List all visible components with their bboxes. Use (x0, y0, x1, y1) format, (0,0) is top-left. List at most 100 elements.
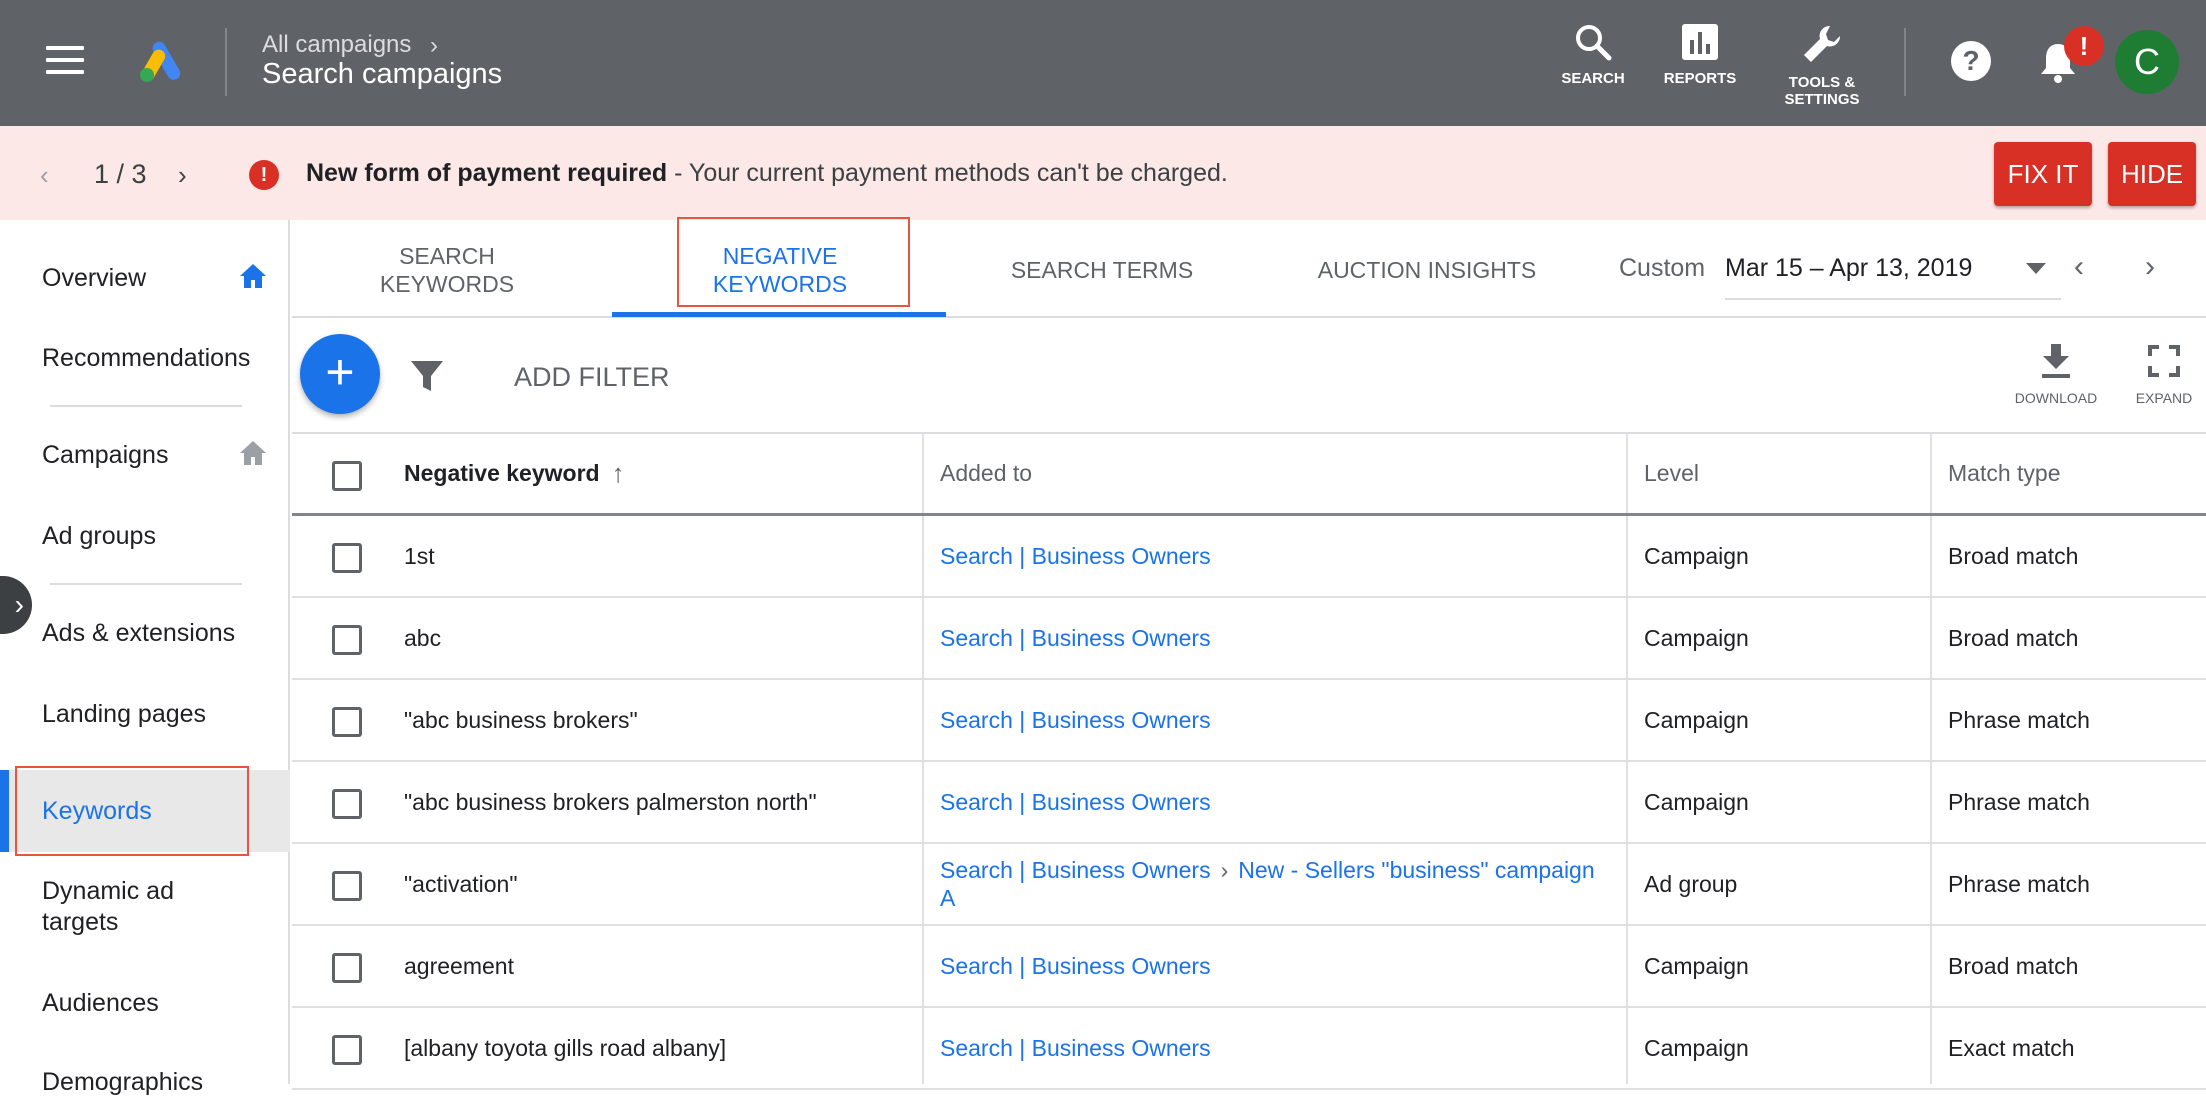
sidebar-item-demographics[interactable]: Demographics (42, 1068, 203, 1097)
row-checkbox[interactable] (332, 625, 362, 655)
tab-label: SEARCH (399, 243, 495, 269)
filter-icon[interactable] (409, 358, 445, 394)
column-header-negative-keyword[interactable]: Negative keyword ↑ (404, 434, 625, 513)
chevron-left-icon[interactable]: ‹ (2074, 250, 2084, 284)
table-header: Negative keyword ↑ Added to Level Match t… (292, 434, 2206, 516)
home-icon (240, 441, 266, 465)
added-to-cell: Search | Business Owners › New - Sellers "… (940, 844, 1630, 924)
add-filter-button[interactable]: ADD FILTER (514, 362, 670, 393)
row-checkbox[interactable] (332, 789, 362, 819)
column-header-match-type[interactable]: Match type (1948, 434, 2061, 513)
expand-label: EXPAND (2135, 390, 2193, 406)
download-button[interactable]: DOWNLOAD (2010, 342, 2102, 406)
table-row: 1st Search | Business Owners Campaign Br… (292, 516, 2206, 598)
table-row: agreement Search | Business Owners Campa… (292, 926, 2206, 1008)
negative-keywords-highlight-box (677, 217, 910, 307)
tab-auction-insights[interactable]: AUCTION INSIGHTS (1292, 256, 1562, 284)
row-checkbox[interactable] (332, 543, 362, 573)
row-checkbox[interactable] (332, 953, 362, 983)
keyword-cell: 1st (404, 542, 435, 569)
added-to-link[interactable]: Search | Business Owners (940, 598, 1211, 678)
sidebar-item-dynamic-ad-targets[interactable]: Dynamic ad (42, 877, 174, 906)
tools-settings-button[interactable]: TOOLS & SETTINGS (1776, 22, 1868, 108)
date-range-selector[interactable]: Mar 15 – Apr 13, 2019 (1725, 254, 1972, 283)
chevron-right-icon[interactable]: › (178, 160, 187, 191)
sidebar-item-ad-groups[interactable]: Ad groups (42, 522, 156, 551)
row-checkbox[interactable] (332, 707, 362, 737)
menu-icon[interactable] (46, 46, 84, 76)
error-icon: ! (249, 160, 279, 190)
page-title[interactable]: Search campaigns (262, 58, 502, 91)
alert-message: New form of payment required - Your curr… (306, 159, 1228, 188)
keyword-cell: "abc business brokers" (404, 706, 638, 733)
google-ads-logo-icon[interactable] (138, 38, 186, 84)
added-to-path: Search | Business Owners › New - Sellers "… (940, 856, 1595, 884)
level-cell: Campaign (1644, 542, 1749, 569)
sidebar-item-recommendations[interactable]: Recommendations (42, 344, 250, 373)
avatar[interactable]: C (2115, 30, 2179, 94)
reports-button[interactable]: REPORTS (1660, 22, 1740, 87)
divider (50, 583, 242, 585)
added-to-link[interactable]: Search | Business Owners (940, 926, 1211, 1006)
column-header-added-to[interactable]: Added to (940, 434, 1032, 513)
match-type-cell: Phrase match (1948, 706, 2090, 733)
hide-button[interactable]: HIDE (2108, 142, 2196, 206)
table-row: "abc business brokers" Search | Business… (292, 680, 2206, 762)
level-cell: Campaign (1644, 952, 1749, 979)
expand-button[interactable]: EXPAND (2124, 342, 2204, 406)
sidebar-item-ads-extensions[interactable]: Ads & extensions (42, 619, 235, 648)
header-label: Negative keyword (404, 460, 600, 486)
added-to-link[interactable]: Search | Business Owners (940, 762, 1211, 842)
tab-search-terms[interactable]: SEARCH TERMS (982, 256, 1222, 284)
chevron-right-icon[interactable]: › (2145, 250, 2155, 284)
sidebar-item-overview[interactable]: Overview (42, 264, 146, 293)
added-to-adgroup-link[interactable]: New - Sellers "business" campaign (1238, 857, 1594, 883)
keyword-cell: agreement (404, 952, 514, 979)
keyword-cell: [albany toyota gills road albany] (404, 1034, 727, 1061)
tools-button-label-2: SETTINGS (1784, 91, 1860, 108)
table-row: "activation" Search | Business Owners › Ne… (292, 844, 2206, 926)
sidebar-item-landing-pages[interactable]: Landing pages (42, 700, 206, 729)
home-icon (240, 264, 266, 288)
help-icon[interactable]: ? (1950, 40, 1992, 82)
level-cell: Campaign (1644, 1034, 1749, 1061)
breadcrumb[interactable]: All campaigns (262, 31, 411, 59)
sort-ascending-icon: ↑ (611, 458, 625, 488)
added-to-adgroup-link-cont[interactable]: A (940, 884, 955, 912)
divider (225, 28, 227, 96)
row-checkbox[interactable] (332, 1035, 362, 1065)
sidebar-item-campaigns[interactable]: Campaigns (42, 441, 168, 470)
search-button-label: SEARCH (1561, 70, 1625, 87)
top-app-bar: All campaigns › Search campaigns SEARCH … (0, 0, 2206, 126)
search-icon (1576, 25, 1612, 61)
added-to-link[interactable]: Search | Business Owners (940, 1008, 1211, 1088)
negative-keywords-table: Negative keyword ↑ Added to Level Match t… (292, 434, 2206, 1090)
select-all-checkbox[interactable] (332, 461, 362, 491)
fix-it-button[interactable]: FIX IT (1994, 142, 2092, 206)
notification-badge: ! (2064, 26, 2104, 66)
chevron-left-icon[interactable]: ‹ (40, 160, 49, 191)
sidebar-item-audiences[interactable]: Audiences (42, 989, 159, 1018)
sidebar-item-dynamic-ad-targets-line2[interactable]: targets (42, 908, 118, 937)
caret-down-icon[interactable] (2026, 263, 2046, 274)
divider (1904, 28, 1906, 96)
tab-search-keywords[interactable]: SEARCH KEYWORDS (342, 242, 552, 298)
row-checkbox[interactable] (332, 871, 362, 901)
table-row: "abc business brokers palmerston north" … (292, 762, 2206, 844)
fullscreen-icon (2148, 345, 2180, 377)
download-icon (2042, 344, 2070, 378)
added-to-link[interactable]: Search | Business Owners (940, 680, 1211, 760)
match-type-cell: Broad match (1948, 952, 2079, 979)
added-to-link[interactable]: Search | Business Owners (940, 516, 1211, 596)
date-underline (1725, 298, 2061, 300)
add-negative-keyword-button[interactable]: + (300, 334, 380, 414)
wrench-icon (1804, 25, 1841, 63)
column-header-level[interactable]: Level (1644, 434, 1699, 513)
match-type-cell: Phrase match (1948, 870, 2090, 897)
table-row: [albany toyota gills road albany] Search… (292, 1008, 2206, 1090)
download-label: DOWNLOAD (2014, 390, 2098, 406)
match-type-cell: Broad match (1948, 542, 2079, 569)
search-button[interactable]: SEARCH (1558, 22, 1628, 87)
level-cell: Ad group (1644, 870, 1738, 897)
added-to-campaign-link[interactable]: Search | Business Owners (940, 857, 1211, 883)
